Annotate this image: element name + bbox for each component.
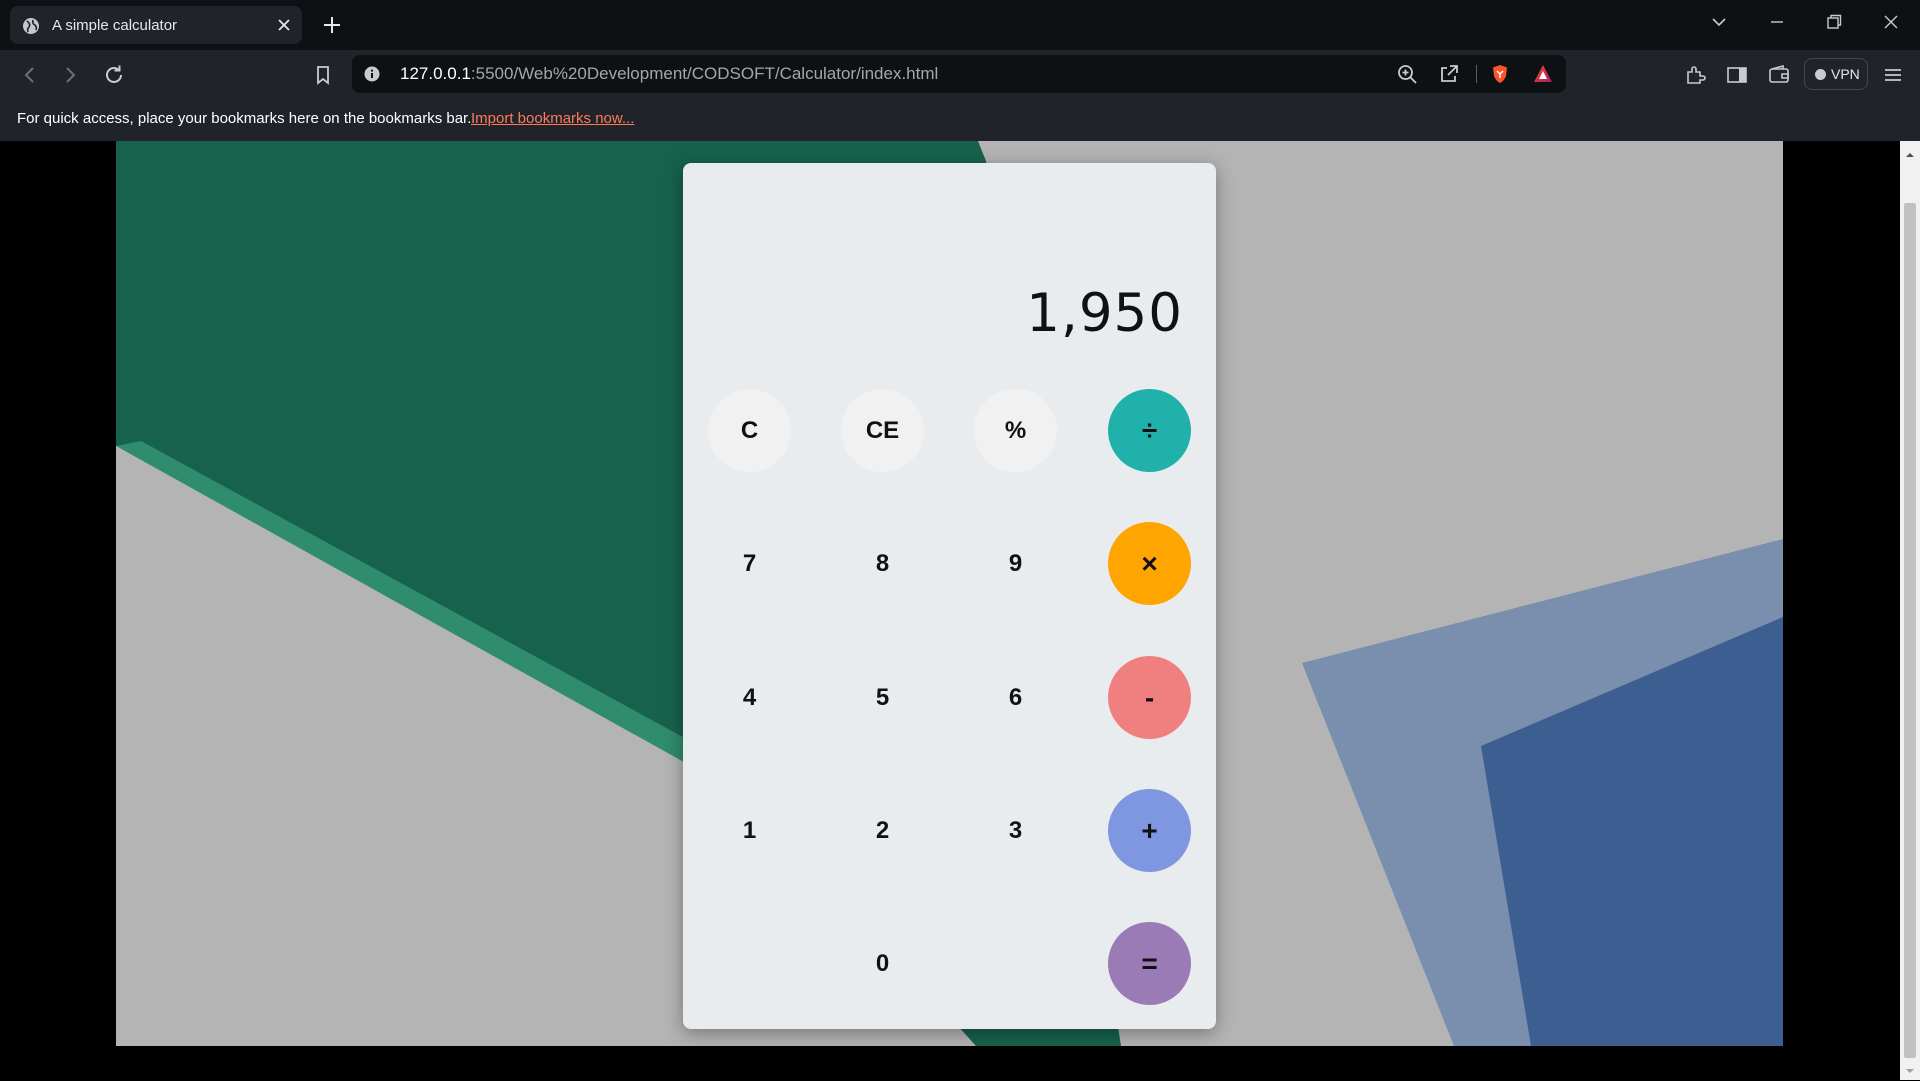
calculator: 1,950 C CE % ÷ 7 8 9 × 4 5 6 - 1 2 3 + 0…	[683, 163, 1216, 1029]
page-viewport: 1,950 C CE % ÷ 7 8 9 × 4 5 6 - 1 2 3 + 0…	[0, 141, 1900, 1080]
browser-tab[interactable]: A simple calculator	[10, 6, 302, 44]
vpn-label: VPN	[1831, 66, 1860, 82]
digit-4-button[interactable]: 4	[708, 656, 791, 739]
equals-button[interactable]: =	[1108, 922, 1191, 1005]
tab-strip: A simple calculator	[0, 0, 1920, 50]
scroll-up-icon[interactable]	[1905, 147, 1915, 157]
forward-icon[interactable]	[58, 63, 82, 87]
bookmarks-bar-message: For quick access, place your bookmarks h…	[17, 110, 472, 127]
browser-toolbar: 127.0.0.1:5500/Web%20Development/CODSOFT…	[0, 50, 1920, 100]
digit-1-button[interactable]: 1	[708, 789, 791, 872]
tab-search-chevron-icon[interactable]	[1698, 7, 1740, 37]
import-bookmarks-link[interactable]: Import bookmarks now...	[471, 110, 634, 127]
close-tab-icon[interactable]	[274, 15, 294, 35]
clear-entry-button[interactable]: CE	[841, 389, 924, 472]
url-text: 127.0.0.1:5500/Web%20Development/CODSOFT…	[400, 64, 938, 84]
minimize-icon[interactable]	[1756, 7, 1798, 37]
digit-9-button[interactable]: 9	[974, 522, 1057, 605]
sidebar-icon[interactable]	[1725, 63, 1749, 87]
add-button[interactable]: +	[1108, 789, 1191, 872]
url-host: 127.0.0.1	[400, 64, 471, 83]
back-icon[interactable]	[18, 63, 42, 87]
vpn-status-icon	[1815, 69, 1826, 80]
digit-6-button[interactable]: 6	[974, 656, 1057, 739]
divide-button[interactable]: ÷	[1108, 389, 1191, 472]
menu-icon[interactable]	[1881, 63, 1905, 87]
brave-rewards-icon[interactable]	[1532, 63, 1554, 85]
extensions-icon[interactable]	[1683, 63, 1707, 87]
restore-icon[interactable]	[1813, 7, 1855, 37]
digit-8-button[interactable]: 8	[841, 522, 924, 605]
reload-icon[interactable]	[102, 63, 126, 87]
scroll-down-icon[interactable]	[1905, 1063, 1915, 1073]
multiply-button[interactable]: ×	[1108, 522, 1191, 605]
digit-5-button[interactable]: 5	[841, 656, 924, 739]
url-path: :5500/Web%20Development/CODSOFT/Calculat…	[470, 64, 939, 83]
percent-button[interactable]: %	[974, 389, 1057, 472]
wallet-icon[interactable]	[1767, 63, 1791, 87]
tab-title: A simple calculator	[52, 17, 178, 34]
address-bar[interactable]: 127.0.0.1:5500/Web%20Development/CODSOFT…	[352, 55, 1566, 93]
share-icon[interactable]	[1438, 63, 1460, 85]
new-tab-icon[interactable]	[320, 13, 344, 37]
scrollbar-thumb[interactable]	[1904, 203, 1916, 1058]
bookmarks-bar: For quick access, place your bookmarks h…	[0, 100, 1920, 141]
zoom-icon[interactable]	[1396, 63, 1418, 85]
subtract-button[interactable]: -	[1108, 656, 1191, 739]
digit-0-button[interactable]: 0	[841, 922, 924, 1005]
globe-icon	[22, 17, 40, 35]
digit-7-button[interactable]: 7	[708, 522, 791, 605]
clear-button[interactable]: C	[708, 389, 791, 472]
site-info-icon[interactable]	[364, 66, 380, 82]
bookmark-icon[interactable]	[311, 63, 335, 87]
brave-shields-icon[interactable]	[1489, 63, 1511, 85]
close-window-icon[interactable]	[1870, 7, 1912, 37]
vpn-button[interactable]: VPN	[1804, 58, 1868, 90]
calculator-display: 1,950	[1026, 283, 1183, 344]
page-scrollbar[interactable]	[1900, 141, 1920, 1080]
toolbar-divider	[1476, 65, 1477, 83]
digit-2-button[interactable]: 2	[841, 789, 924, 872]
digit-3-button[interactable]: 3	[974, 789, 1057, 872]
